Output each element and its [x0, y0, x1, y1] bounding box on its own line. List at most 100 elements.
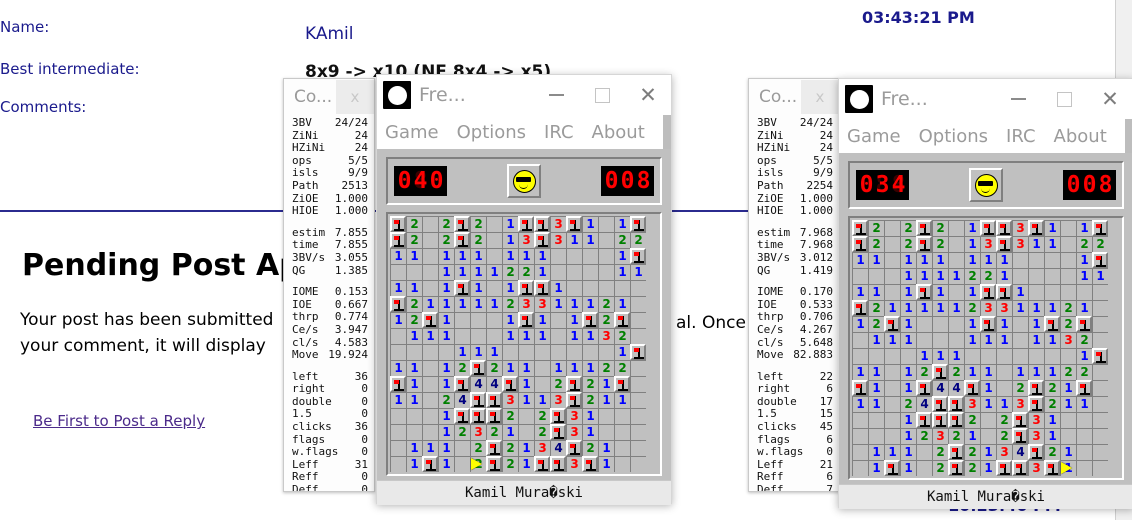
cell-number-1[interactable]: 1	[470, 296, 486, 312]
cell-empty[interactable]	[1092, 444, 1108, 460]
cell-number-4[interactable]: 4	[948, 380, 964, 396]
cell-number-2[interactable]: 2	[598, 296, 614, 312]
stats-window-right[interactable]: Co... x 3BV 24/24 ZiNi 24 HZiNi 24 ops 5/5 isls 9…	[748, 78, 840, 492]
cell-number-3[interactable]: 3	[980, 300, 996, 316]
cell-empty[interactable]	[1028, 284, 1044, 300]
cell-empty[interactable]	[980, 428, 996, 444]
cell-number-2[interactable]: 2	[470, 440, 486, 456]
cell-empty[interactable]	[1092, 460, 1108, 476]
cell-number-1[interactable]: 1	[438, 248, 454, 264]
cell-empty[interactable]	[884, 348, 900, 364]
cell-number-1[interactable]: 1	[1092, 268, 1108, 284]
cell-empty[interactable]	[1012, 332, 1028, 348]
minimize-icon[interactable]	[995, 79, 1041, 119]
cell-number-2[interactable]: 2	[932, 220, 948, 236]
cell-number-1[interactable]: 1	[1076, 220, 1092, 236]
cell-number-1[interactable]: 1	[390, 248, 406, 264]
cell-empty[interactable]	[884, 236, 900, 252]
cell-number-1[interactable]: 1	[1076, 396, 1092, 412]
cell-number-2[interactable]: 2	[868, 316, 884, 332]
cell-empty[interactable]	[630, 408, 646, 424]
minesweeper-grid[interactable]: 2221311222133112211111111111112211111111…	[852, 220, 1120, 476]
cell-number-1[interactable]: 1	[438, 440, 454, 456]
cell-number-1[interactable]: 1	[518, 392, 534, 408]
cell-flag[interactable]	[454, 232, 470, 248]
cell-empty[interactable]	[996, 364, 1012, 380]
cell-flag[interactable]	[1012, 412, 1028, 428]
cell-empty[interactable]	[390, 424, 406, 440]
cell-number-1[interactable]: 1	[1012, 300, 1028, 316]
cell-flag[interactable]	[390, 216, 406, 232]
stats-right-close-icon[interactable]: x	[801, 80, 839, 114]
stats-right-titlebar[interactable]: Co... x	[749, 79, 839, 115]
cell-flag[interactable]	[980, 316, 996, 332]
cell-number-1[interactable]: 1	[502, 328, 518, 344]
cell-number-3[interactable]: 3	[1060, 332, 1076, 348]
cell-flag[interactable]	[1028, 444, 1044, 460]
cell-number-1[interactable]: 1	[534, 248, 550, 264]
cell-number-1[interactable]: 1	[1044, 412, 1060, 428]
cell-number-2[interactable]: 2	[438, 392, 454, 408]
cell-empty[interactable]	[502, 344, 518, 360]
cell-empty[interactable]	[932, 316, 948, 332]
cell-empty[interactable]	[884, 412, 900, 428]
cell-empty[interactable]	[852, 444, 868, 460]
cell-empty[interactable]	[1028, 268, 1044, 284]
cell-number-1[interactable]: 1	[996, 332, 1012, 348]
cell-empty[interactable]	[1044, 284, 1060, 300]
cell-empty[interactable]	[422, 408, 438, 424]
cell-number-1[interactable]: 1	[614, 248, 630, 264]
cell-empty[interactable]	[598, 408, 614, 424]
cell-flag[interactable]	[422, 456, 438, 472]
cell-empty[interactable]	[1092, 364, 1108, 380]
cell-number-1[interactable]: 1	[518, 376, 534, 392]
cell-number-1[interactable]: 1	[614, 216, 630, 232]
cell-empty[interactable]	[534, 360, 550, 376]
cell-flag[interactable]	[1028, 220, 1044, 236]
cell-number-3[interactable]: 3	[964, 396, 980, 412]
cell-number-2[interactable]: 2	[582, 392, 598, 408]
cell-empty[interactable]	[582, 280, 598, 296]
cell-number-1[interactable]: 1	[390, 360, 406, 376]
cell-flag[interactable]	[1076, 380, 1092, 396]
cell-number-1[interactable]: 1	[582, 408, 598, 424]
cell-empty[interactable]	[406, 408, 422, 424]
cell-number-1[interactable]: 1	[1060, 396, 1076, 412]
cell-number-1[interactable]: 1	[1060, 444, 1076, 460]
cell-empty[interactable]	[438, 344, 454, 360]
cell-empty[interactable]	[422, 376, 438, 392]
cell-empty[interactable]	[1076, 428, 1092, 444]
cell-number-3[interactable]: 3	[550, 216, 566, 232]
minesweeper-window-left[interactable]: Fre... ✕ Game Options IRC About 808480 8…	[376, 74, 672, 505]
cell-empty[interactable]	[422, 280, 438, 296]
cell-number-1[interactable]: 1	[438, 408, 454, 424]
cell-empty[interactable]	[868, 348, 884, 364]
cell-empty[interactable]	[630, 360, 646, 376]
cell-number-1[interactable]: 1	[980, 332, 996, 348]
cell-number-1[interactable]: 1	[884, 332, 900, 348]
menu-item-options[interactable]: Options	[457, 122, 526, 143]
cell-empty[interactable]	[422, 392, 438, 408]
cell-empty[interactable]	[1044, 348, 1060, 364]
cell-empty[interactable]	[566, 280, 582, 296]
cell-number-1[interactable]: 1	[502, 232, 518, 248]
cell-number-2[interactable]: 2	[964, 444, 980, 460]
cell-empty[interactable]	[996, 348, 1012, 364]
cell-number-1[interactable]: 1	[852, 316, 868, 332]
cell-empty[interactable]	[916, 332, 932, 348]
cell-empty[interactable]	[630, 280, 646, 296]
cell-number-1[interactable]: 1	[868, 252, 884, 268]
cell-number-1[interactable]: 1	[964, 316, 980, 332]
cell-number-1[interactable]: 1	[598, 392, 614, 408]
cell-empty[interactable]	[900, 348, 916, 364]
cell-number-1[interactable]: 1	[438, 424, 454, 440]
cell-number-1[interactable]: 1	[868, 396, 884, 412]
menu-item-game[interactable]: Game	[847, 126, 901, 147]
cell-number-1[interactable]: 1	[948, 348, 964, 364]
cell-empty[interactable]	[1076, 412, 1092, 428]
cell-empty[interactable]	[884, 220, 900, 236]
cell-number-3[interactable]: 3	[470, 424, 486, 440]
menu-item-irc[interactable]: IRC	[1006, 126, 1036, 147]
cell-flag[interactable]	[534, 216, 550, 232]
cell-number-2[interactable]: 2	[996, 428, 1012, 444]
